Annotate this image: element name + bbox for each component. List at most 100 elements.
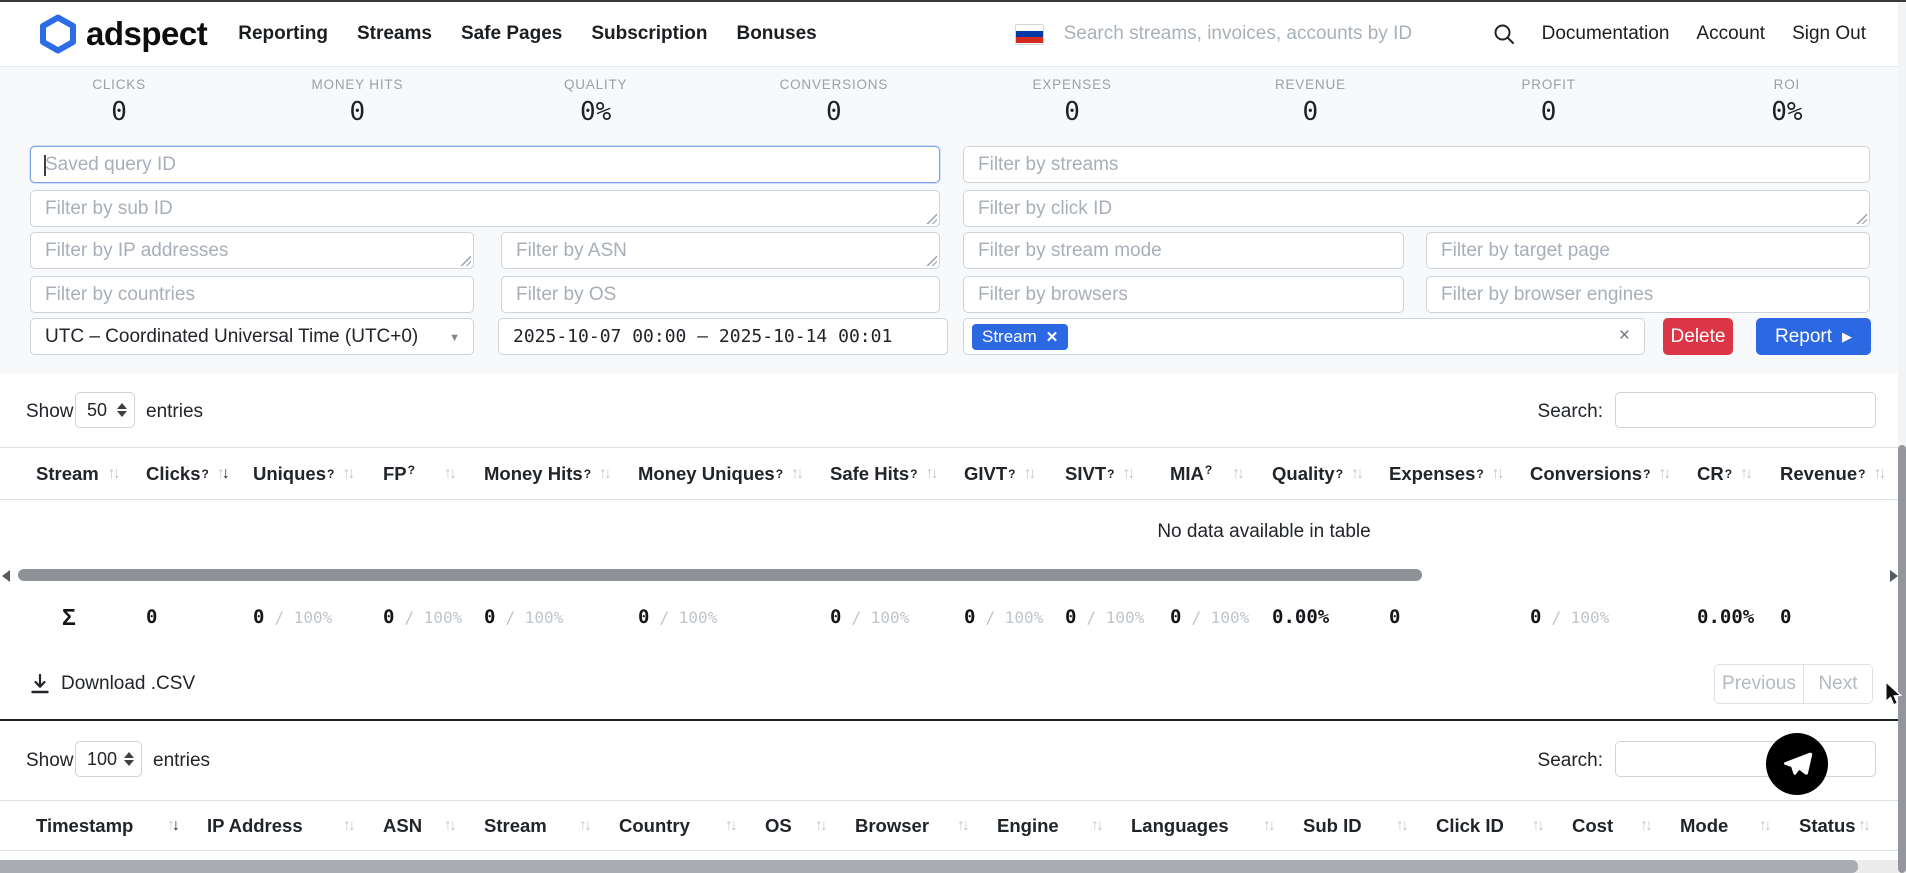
date-range-input[interactable]: 2025-10-07 00:00 – 2025-10-14 00:01 xyxy=(498,318,948,355)
resize-handle-icon[interactable] xyxy=(460,255,471,266)
nav-item-sign-out[interactable]: Sign Out xyxy=(1792,23,1866,45)
sort-icon: ↑↓ xyxy=(1263,817,1273,835)
stat-conversions: CONVERSIONS0 xyxy=(715,77,953,127)
delete-button[interactable]: Delete xyxy=(1663,318,1733,355)
column-header-money-hits[interactable]: Money Hits?↑↓ xyxy=(484,463,638,485)
column-header-country[interactable]: Country↑↓ xyxy=(619,815,765,837)
column-header-sivt[interactable]: SIVT?↑↓ xyxy=(1065,463,1170,485)
sort-icon: ↑↓ xyxy=(1351,465,1361,483)
report-columns-multiselect[interactable]: Stream ✕ × xyxy=(963,318,1645,355)
horizontal-scrollbar-thumb[interactable] xyxy=(18,569,1422,581)
column-header-revenue[interactable]: Revenue?↑↓ xyxy=(1780,463,1898,485)
nav-item-subscription[interactable]: Subscription xyxy=(591,23,707,45)
filter-click-id-input[interactable]: Filter by click ID xyxy=(963,190,1870,227)
sort-icon: ↑↓ xyxy=(725,817,735,835)
resize-handle-icon[interactable] xyxy=(926,255,937,266)
section-divider xyxy=(0,719,1906,721)
vertical-scrollbar-thumb[interactable] xyxy=(1898,445,1906,873)
adspect-logo[interactable]: adspect xyxy=(40,14,207,54)
stats-bar: CLICKS0 MONEY HITS0 QUALITY0% CONVERSION… xyxy=(0,77,1906,127)
column-header-timestamp[interactable]: Timestamp↑↓ xyxy=(36,815,207,837)
column-header-cr[interactable]: CR?↑↓ xyxy=(1697,463,1780,485)
resize-handle-icon[interactable] xyxy=(926,213,937,224)
saved-query-id-input[interactable]: Saved query ID xyxy=(30,146,940,183)
previous-page-button[interactable]: Previous xyxy=(1715,665,1804,703)
nav-item-account[interactable]: Account xyxy=(1696,23,1765,45)
filter-asn-input[interactable]: Filter by ASN xyxy=(501,232,940,269)
resize-handle-icon[interactable] xyxy=(1856,213,1867,224)
column-header-engine[interactable]: Engine↑↓ xyxy=(997,815,1131,837)
column-header-stream[interactable]: Stream↑↓ xyxy=(36,463,146,485)
next-page-button[interactable]: Next xyxy=(1804,665,1872,703)
top-navbar: adspect Reporting Streams Safe Pages Sub… xyxy=(0,2,1906,67)
page-size-select[interactable]: 50 xyxy=(75,392,135,428)
filter-streams-input[interactable]: Filter by streams xyxy=(963,146,1870,183)
column-header-mode[interactable]: Mode↑↓ xyxy=(1680,815,1799,837)
nav-item-streams[interactable]: Streams xyxy=(357,23,432,45)
stream-tag[interactable]: Stream ✕ xyxy=(972,324,1068,350)
totals-sivt: 0/ 100% xyxy=(1065,606,1170,628)
filter-os-input[interactable]: Filter by OS xyxy=(501,276,940,313)
show-label: Show xyxy=(26,750,74,772)
russian-flag-icon[interactable] xyxy=(1015,24,1044,45)
table2-search-input[interactable] xyxy=(1615,741,1876,777)
report-button[interactable]: Report ▶ xyxy=(1756,318,1871,355)
column-header-quality[interactable]: Quality?↑↓ xyxy=(1272,463,1389,485)
bottom-scrollbar-thumb[interactable] xyxy=(0,860,1858,873)
filter-countries-input[interactable]: Filter by countries xyxy=(30,276,474,313)
sort-icon: ↑↓ xyxy=(1740,465,1750,483)
column-header-ip-address[interactable]: IP Address↑↓ xyxy=(207,815,383,837)
scroll-right-arrow-icon[interactable] xyxy=(1890,570,1898,582)
totals-givt: 0/ 100% xyxy=(964,606,1065,628)
sort-icon: ↑↓ xyxy=(1759,817,1769,835)
select-spinner-icon xyxy=(117,403,127,417)
totals-fp: 0/ 100% xyxy=(383,606,484,628)
nav-item-reporting[interactable]: Reporting xyxy=(238,23,328,45)
sort-icon: ↑↓ xyxy=(343,817,353,835)
column-header-clicks[interactable]: Clicks?↑↓ xyxy=(146,463,253,485)
sort-icon: ↑↓ xyxy=(1532,817,1542,835)
column-header-uniques[interactable]: Uniques?↑↓ xyxy=(253,463,383,485)
totals-clicks: 0 xyxy=(146,606,253,628)
hexagon-logo-icon xyxy=(40,14,76,54)
column-header-status[interactable]: Status↑↓ xyxy=(1799,815,1898,837)
search-icon[interactable] xyxy=(1492,22,1516,46)
telegram-button[interactable] xyxy=(1766,733,1828,795)
filter-browser-engines-input[interactable]: Filter by browser engines xyxy=(1426,276,1870,313)
totals-cr: 0.00% xyxy=(1697,606,1780,628)
nav-item-safe-pages[interactable]: Safe Pages xyxy=(461,23,562,45)
table1-search-input[interactable] xyxy=(1615,392,1876,428)
column-header-money-uniques[interactable]: Money Uniques?↑↓ xyxy=(638,463,830,485)
filter-sub-id-input[interactable]: Filter by sub ID xyxy=(30,190,940,227)
column-header-stream[interactable]: Stream↑↓ xyxy=(484,815,619,837)
column-header-cost[interactable]: Cost↑↓ xyxy=(1572,815,1680,837)
sort-icon: ↑↓ xyxy=(444,465,454,483)
filter-target-page-input[interactable]: Filter by target page xyxy=(1426,232,1870,269)
column-header-expenses[interactable]: Expenses?↑↓ xyxy=(1389,463,1530,485)
totals-row: Σ 0 0/ 100% 0/ 100% 0/ 100% 0/ 100% 0/ 1… xyxy=(0,598,1898,636)
nav-item-documentation[interactable]: Documentation xyxy=(1542,23,1670,45)
column-header-sub-id[interactable]: Sub ID↑↓ xyxy=(1303,815,1436,837)
remove-tag-icon[interactable]: ✕ xyxy=(1046,328,1059,346)
column-header-click-id[interactable]: Click ID↑↓ xyxy=(1436,815,1572,837)
column-header-languages[interactable]: Languages↑↓ xyxy=(1131,815,1303,837)
filter-browsers-input[interactable]: Filter by browsers xyxy=(963,276,1404,313)
column-header-os[interactable]: OS↑↓ xyxy=(765,815,855,837)
page-size-select-2[interactable]: 100 xyxy=(75,741,142,777)
global-search-input[interactable] xyxy=(1062,16,1486,52)
column-header-asn[interactable]: ASN↑↓ xyxy=(383,815,484,837)
column-header-mia[interactable]: MIA?↑↓ xyxy=(1170,463,1272,485)
sort-icon: ↑↓ xyxy=(1492,465,1502,483)
column-header-givt[interactable]: GIVT?↑↓ xyxy=(964,463,1065,485)
filter-ip-input[interactable]: Filter by IP addresses xyxy=(30,232,474,269)
nav-item-bonuses[interactable]: Bonuses xyxy=(736,23,816,45)
scroll-left-arrow-icon[interactable] xyxy=(2,570,10,582)
column-header-safe-hits[interactable]: Safe Hits?↑↓ xyxy=(830,463,964,485)
column-header-browser[interactable]: Browser↑↓ xyxy=(855,815,997,837)
column-header-conversions[interactable]: Conversions?↑↓ xyxy=(1530,463,1697,485)
download-csv-link[interactable]: Download .CSV xyxy=(30,664,195,704)
timezone-select[interactable]: UTC – Coordinated Universal Time (UTC+0)… xyxy=(30,318,474,355)
column-header-fp[interactable]: FP?↑↓ xyxy=(383,463,484,485)
clear-select-icon[interactable]: × xyxy=(1619,325,1630,347)
filter-stream-mode-input[interactable]: Filter by stream mode xyxy=(963,232,1404,269)
